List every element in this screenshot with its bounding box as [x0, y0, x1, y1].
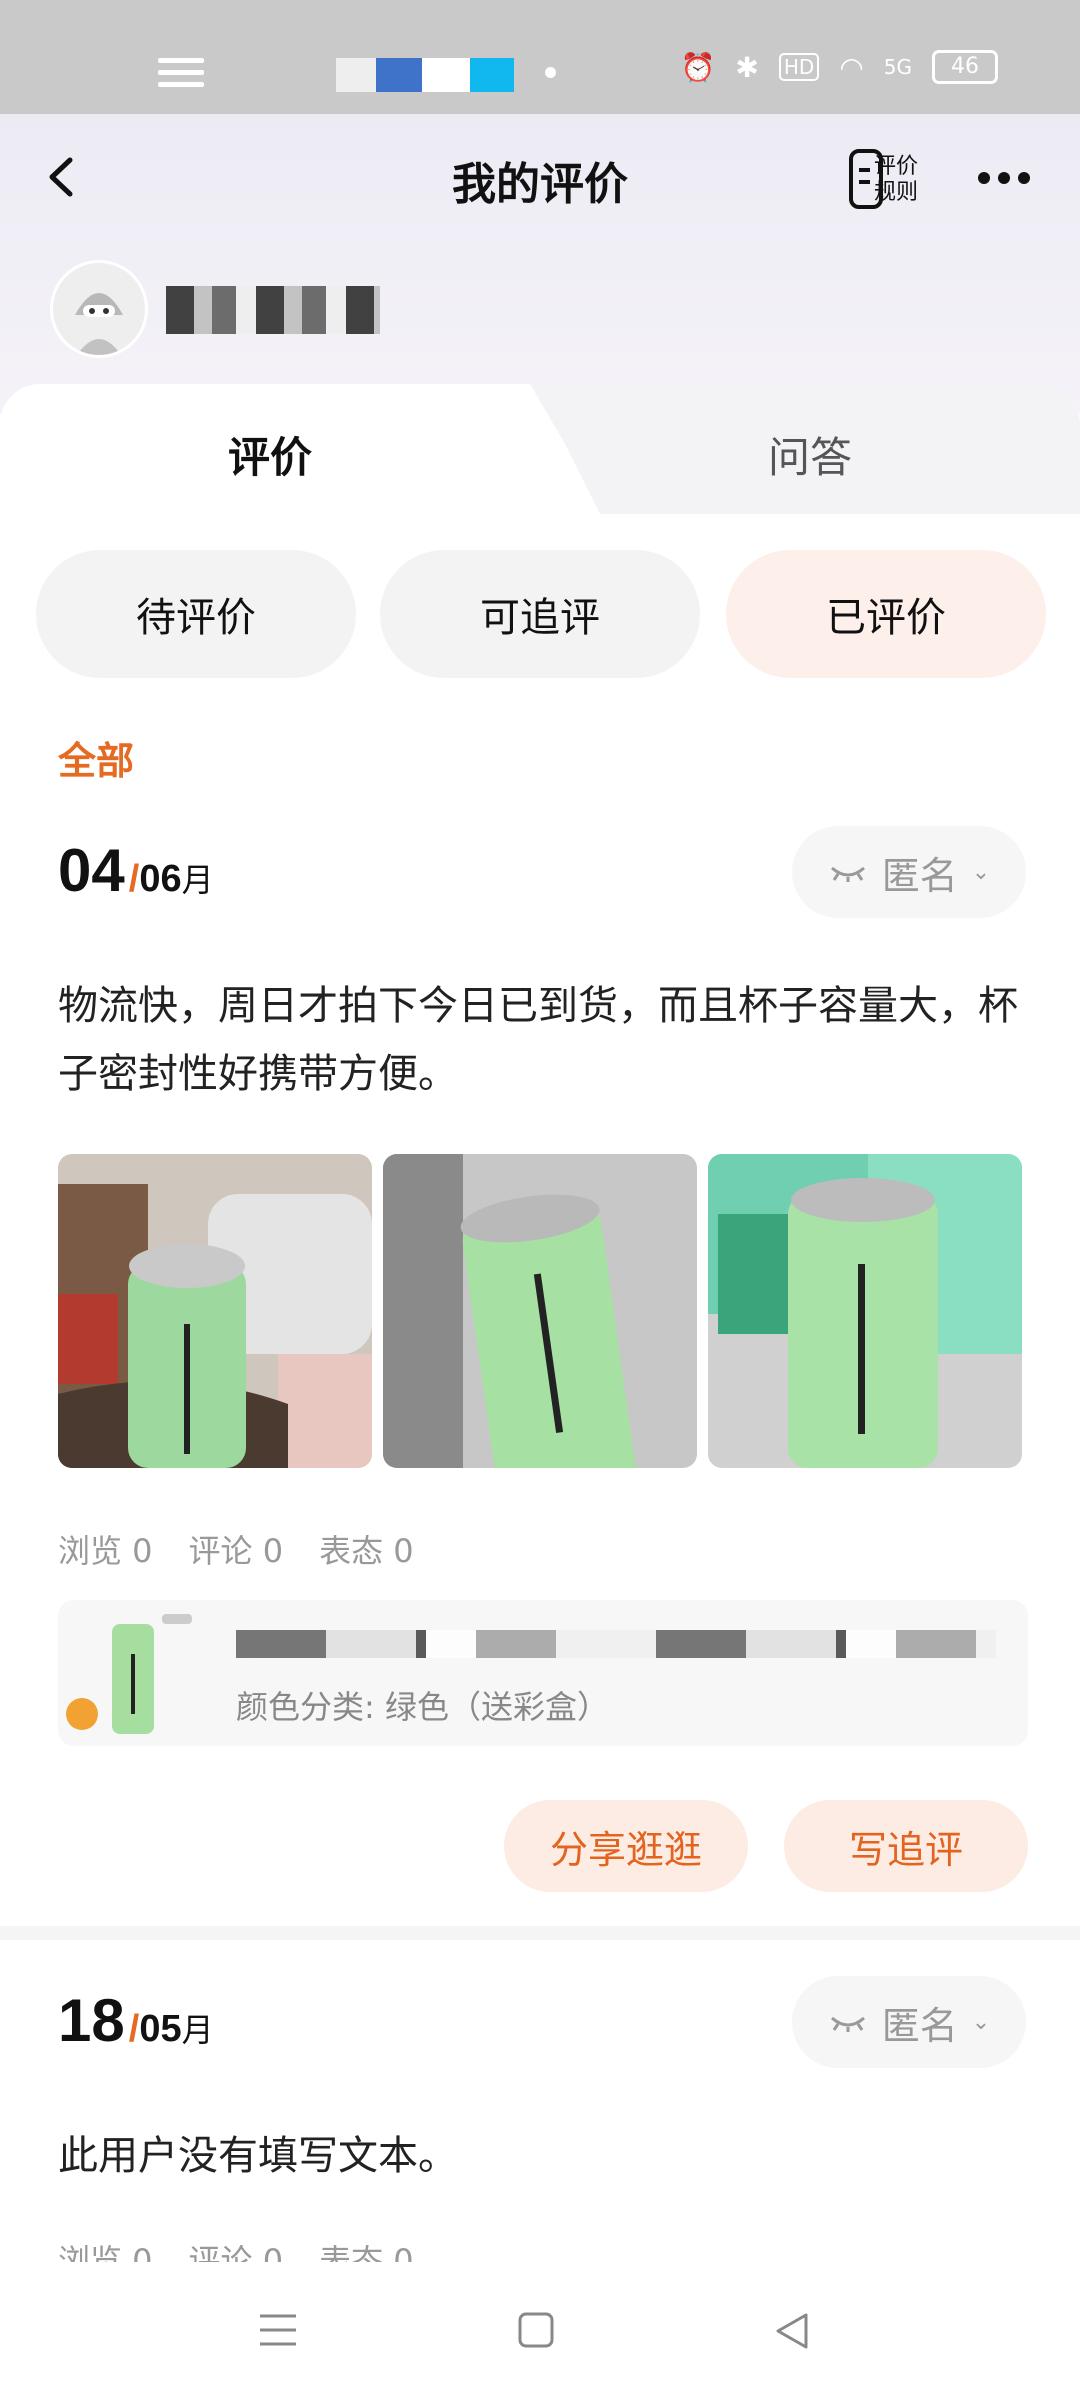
- filter-reviewed[interactable]: 已评价: [726, 550, 1046, 678]
- review-stats: 浏览 0 评论 0 表态 0: [58, 1526, 414, 1572]
- rules-label-2: 规则: [874, 180, 919, 205]
- comments-count: 评论 0: [188, 1532, 284, 1570]
- review-day: 04: [58, 837, 125, 904]
- status-menu-icon: [158, 58, 204, 87]
- eye-closed-icon: [830, 866, 865, 882]
- review-month: 06: [139, 858, 182, 900]
- chevron-down-icon: ⌄: [971, 859, 991, 885]
- reactions-count: 表态 0: [319, 1532, 414, 1570]
- status-icons: ⏰ ✱ HD ◠ 5G 46: [681, 50, 998, 84]
- alarm-icon: ⏰: [680, 50, 716, 84]
- filter-followup[interactable]: 可追评: [380, 550, 700, 678]
- date-slash: /: [128, 858, 140, 900]
- system-nav-bar: [0, 2262, 1080, 2400]
- review-day: 18: [58, 1987, 125, 2054]
- visibility-selector[interactable]: 匿名 ⌄: [792, 1976, 1026, 2068]
- product-title-redacted: [236, 1630, 996, 1658]
- product-variant: 颜色分类: 绿色（送彩盒）: [236, 1688, 609, 1726]
- rules-label-1: 评价: [874, 154, 919, 179]
- write-followup-button[interactable]: 写追评: [784, 1800, 1028, 1892]
- username-redacted: [166, 286, 380, 334]
- wifi-icon: ◠: [839, 50, 864, 84]
- page-header: 我的评价 评价 规则: [0, 114, 1080, 414]
- review-photo[interactable]: [383, 1154, 697, 1468]
- menu-icon[interactable]: [258, 2312, 298, 2348]
- share-button[interactable]: 分享逛逛: [504, 1800, 748, 1892]
- status-bar: ⏰ ✱ HD ◠ 5G 46: [0, 0, 1080, 114]
- hd-icon: HD: [778, 53, 820, 81]
- review-photo[interactable]: [708, 1154, 1022, 1468]
- status-redacted-app: [336, 58, 514, 92]
- review-date: 18/05月: [58, 1986, 214, 2055]
- tab-bar: 评价 问答: [0, 384, 1080, 514]
- review-text: 此用户没有填写文本。: [58, 2133, 458, 2179]
- filter-pending[interactable]: 待评价: [36, 550, 356, 678]
- views-count: 浏览 0: [58, 1532, 153, 1570]
- battery-icon: 46: [932, 50, 998, 84]
- status-dot-icon: [545, 67, 556, 78]
- visibility-selector[interactable]: 匿名 ⌄: [792, 826, 1026, 918]
- review-month: 05: [139, 2008, 182, 2050]
- more-options-icon[interactable]: [978, 172, 1030, 184]
- chevron-down-icon: ⌄: [971, 2009, 991, 2035]
- section-divider: [0, 1926, 1080, 1940]
- back-nav-icon[interactable]: [774, 2312, 810, 2350]
- product-thumbnail: [62, 1604, 200, 1742]
- visibility-label: 匿名: [881, 853, 958, 898]
- bluetooth-icon: ✱: [735, 50, 759, 84]
- date-slash: /: [128, 2008, 140, 2050]
- review-photo[interactable]: [58, 1154, 372, 1468]
- avatar[interactable]: [50, 260, 148, 358]
- eye-closed-icon: [830, 2016, 865, 2032]
- rules-button[interactable]: 评价 规则: [874, 154, 918, 206]
- tab-qa[interactable]: 问答: [768, 424, 852, 485]
- month-unit: 月: [181, 862, 214, 898]
- signal-icon: 5G: [883, 55, 912, 79]
- product-card[interactable]: 颜色分类: 绿色（送彩盒）: [58, 1600, 1028, 1746]
- category-filter-all[interactable]: 全部: [58, 730, 134, 785]
- review-text: 物流快，周日才拍下今日已到货，而且杯子容量大，杯子密封性好携带方便。: [58, 983, 1018, 1097]
- review-date: 04/06月: [58, 836, 214, 905]
- tab-evaluations[interactable]: 评价: [228, 424, 312, 485]
- visibility-label: 匿名: [881, 2003, 958, 2048]
- home-icon[interactable]: [518, 2312, 554, 2348]
- month-unit: 月: [181, 2012, 214, 2048]
